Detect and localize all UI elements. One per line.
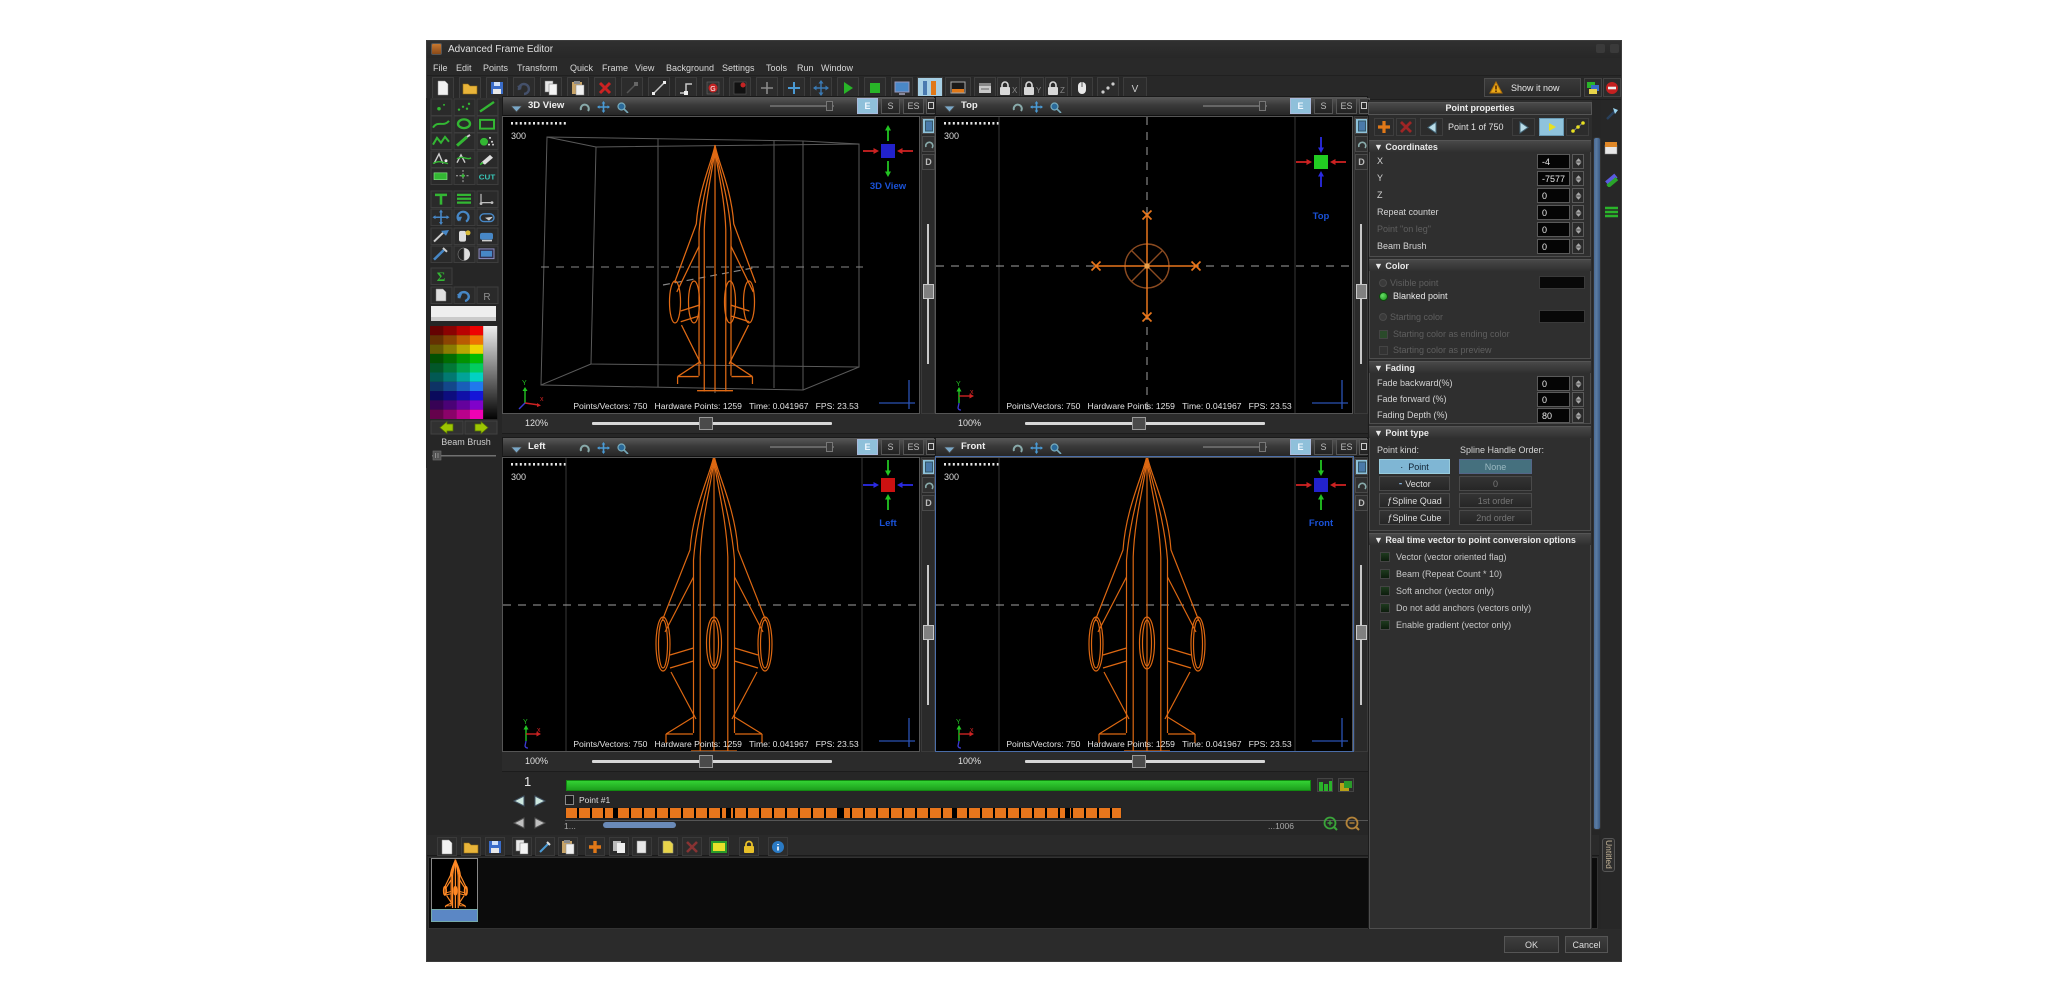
svg-text:Points/Vectors: 750 Hardware: Points/Vectors: 750 Hardware Points: 125…	[1006, 739, 1292, 749]
svg-text:x: x	[970, 389, 974, 396]
svg-text:V: V	[1132, 84, 1139, 95]
svg-text:300: 300	[944, 472, 959, 482]
svg-text:Top: Top	[1313, 211, 1330, 222]
svg-text:Z: Z	[1060, 86, 1065, 95]
svg-text:Beam Brush: Beam Brush	[441, 437, 491, 447]
svg-text:Points/Vectors: 750 Hardware: Points/Vectors: 750 Hardware Points: 125…	[573, 401, 859, 411]
svg-text:x: x	[537, 727, 541, 734]
svg-text:Front: Front	[1309, 518, 1334, 529]
svg-text:Left: Left	[879, 518, 897, 529]
svg-text:Y: Y	[956, 719, 961, 726]
svg-text:300: 300	[511, 472, 526, 482]
svg-text:x: x	[540, 396, 544, 403]
svg-text:300: 300	[944, 131, 959, 141]
svg-text:3D View: 3D View	[870, 181, 907, 192]
svg-text:Y: Y	[1036, 86, 1042, 95]
svg-text:R: R	[483, 292, 490, 303]
svg-text:X: X	[1012, 86, 1018, 95]
svg-text:Y: Y	[523, 719, 528, 726]
svg-text:Σ: Σ	[437, 269, 446, 284]
svg-text:Y: Y	[956, 381, 961, 388]
svg-text:CUT: CUT	[479, 173, 496, 182]
svg-text:G: G	[710, 86, 715, 93]
svg-text:Y: Y	[522, 380, 527, 387]
svg-text:x: x	[970, 727, 974, 734]
svg-text:300: 300	[511, 131, 526, 141]
svg-text:Points/Vectors: 750 Hardware: Points/Vectors: 750 Hardware Points: 125…	[1006, 401, 1292, 411]
svg-text:Points/Vectors: 750 Hardware: Points/Vectors: 750 Hardware Points: 125…	[573, 739, 859, 749]
